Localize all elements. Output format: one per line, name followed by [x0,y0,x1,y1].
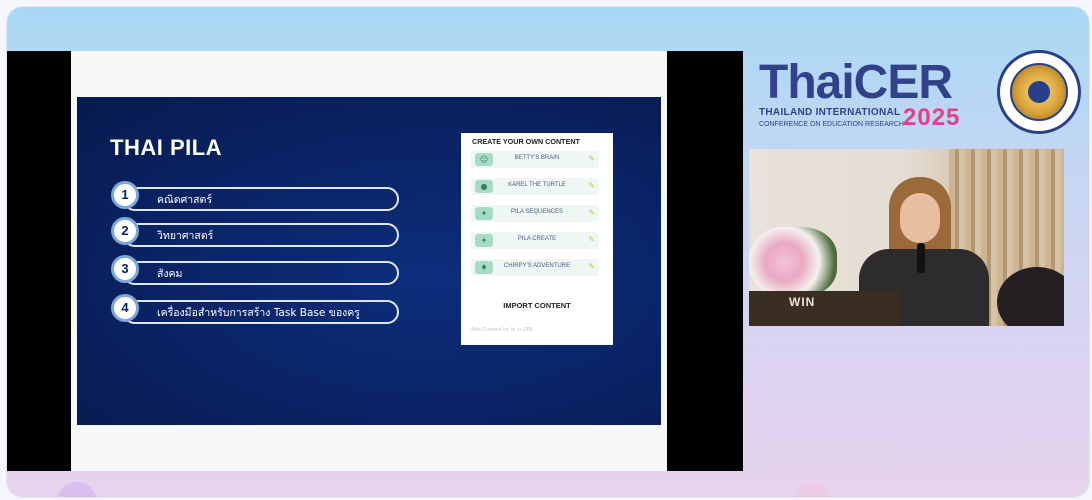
logo-text-thai: Thai [759,56,855,109]
list-item: 1 คณิตศาสตร์ [111,181,399,211]
bird-icon: ♦ [475,261,493,274]
panel-row: ✦ PILA CREATE ✎ [471,232,599,249]
edit-icon: ✎ [588,208,595,217]
conference-logo: ThaiCER [759,56,953,109]
edit-icon: ✎ [588,235,595,244]
speaker-face [900,193,940,243]
microphone-icon [917,243,925,273]
puzzle-icon: ✦ [475,207,493,220]
logo-subtitle: THAILAND INTERNATIONAL [759,107,901,118]
decorative-blob [797,482,827,497]
seal-emblem [1010,63,1068,121]
edit-icon: ✎ [588,181,595,190]
puzzle-icon: ✦ [475,234,493,247]
item-label: เครื่องมือสำหรับการสร้าง Task Base ของคร… [157,307,360,319]
item-number: 4 [111,294,139,322]
presentation-video[interactable]: THAI PILA 1 คณิตศาสตร์ 2 วิทยาศาสตร์ 3 ส… [7,51,743,471]
item-number: 2 [111,217,139,245]
robot-icon: ☺ [475,153,493,166]
panel-row-label: CHIRPY'S ADVENTURE [503,263,571,269]
speaker-camera-video[interactable]: WIN [749,149,1064,326]
seal-core [1028,81,1050,103]
edit-icon: ✎ [588,262,595,271]
panel-row-label: KAREL THE TURTLE [508,182,566,188]
list-item: 2 วิทยาศาสตร์ [111,217,399,247]
panel-row: ♦ CHIRPY'S ADVENTURE ✎ [471,259,599,276]
add-content-field: Add Content by Id or URL [471,327,534,333]
slide-title: THAI PILA [110,135,223,160]
logo-year: 2025 [903,104,961,131]
list-item: 4 เครื่องมือสำหรับการสร้าง Task Base ของ… [111,294,399,324]
list-item: 3 สังคม [111,255,399,285]
item-label: คณิตศาสตร์ [157,194,213,206]
podium-text: WIN [789,295,816,309]
slide-content: THAI PILA 1 คณิตศาสตร์ 2 วิทยาศาสตร์ 3 ส… [77,97,661,425]
logo-text-cer: CER [853,56,953,109]
edit-icon: ✎ [588,154,595,163]
podium: WIN [749,291,899,326]
panel-row: ● KAREL THE TURTLE ✎ [471,178,599,195]
item-label: สังคม [157,268,183,280]
panel-row-label: BETTY'S BRAIN [514,155,560,161]
video-frame: THAI PILA 1 คณิตศาสตร์ 2 วิทยาศาสตร์ 3 ส… [7,7,1089,497]
panel-row-label: PILA CREATE [517,236,557,242]
panel-title: CREATE YOUR OWN CONTENT [472,137,580,146]
logo-subtitle: CONFERENCE ON EDUCATION RESEARCH [759,121,904,128]
item-number: 1 [111,181,139,209]
turtle-icon: ● [475,180,493,193]
item-label: วิทยาศาสตร์ [157,230,214,242]
decorative-blob [57,482,97,497]
item-number: 3 [111,255,139,283]
content-panel: CREATE YOUR OWN CONTENT ☺ BETTY'S BRAIN … [461,133,613,345]
education-council-seal-icon [997,50,1081,134]
flower-arrangement [749,227,837,297]
panel-row: ✦ PILA SEQUENCES ✎ [471,205,599,222]
slide-page: THAI PILA 1 คณิตศาสตร์ 2 วิทยาศาสตร์ 3 ส… [71,51,667,471]
import-content-label: IMPORT CONTENT [503,301,571,310]
panel-row-label: PILA SEQUENCES [510,209,564,215]
panel-row: ☺ BETTY'S BRAIN ✎ [471,151,599,168]
